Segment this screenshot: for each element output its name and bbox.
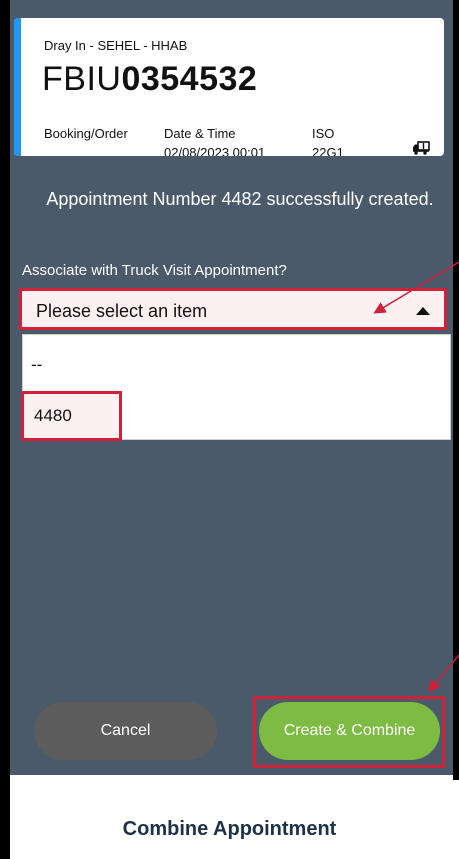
card-subtitle: Dray In - SEHEL - HHAB bbox=[44, 38, 188, 53]
select-placeholder: Please select an item bbox=[36, 301, 208, 321]
dropdown-option-label: 4480 bbox=[34, 406, 72, 425]
cancel-button[interactable]: Cancel bbox=[34, 702, 217, 760]
device-bezel-left bbox=[0, 0, 10, 859]
caret-up-icon bbox=[416, 307, 430, 315]
card-accent-bar bbox=[14, 18, 21, 156]
iso-label: ISO bbox=[312, 126, 335, 141]
device-bezel-right bbox=[453, 0, 459, 780]
truck-visit-select[interactable]: Please select an item bbox=[19, 288, 447, 330]
dropdown-option-empty[interactable]: -- bbox=[31, 355, 42, 375]
container-prefix: FBIU bbox=[42, 60, 122, 98]
associate-label: Associate with Truck Visit Appointment? bbox=[22, 262, 287, 279]
booking-label: Booking/Order bbox=[44, 126, 128, 141]
page-title: Combine Appointment bbox=[122, 818, 337, 840]
create-combine-button[interactable]: Create & Combine bbox=[259, 702, 440, 760]
datetime-label: Date & Time bbox=[164, 126, 236, 141]
phone-frame: Dray In - SEHEL - HHAB FBIU0354532 Booki… bbox=[0, 0, 459, 859]
iso-value: 22G1 bbox=[312, 145, 344, 156]
container-digits: 0354532 bbox=[121, 60, 258, 98]
truck-icon bbox=[413, 141, 430, 155]
container-card: Dray In - SEHEL - HHAB FBIU0354532 Booki… bbox=[14, 18, 444, 156]
success-message: Appointment Number 4482 successfully cre… bbox=[46, 189, 434, 209]
container-number: FBIU0354532 bbox=[42, 60, 257, 99]
dropdown-option-4480[interactable]: 4480 bbox=[21, 391, 122, 441]
select-dropdown-list: -- 4480 bbox=[21, 334, 451, 441]
datetime-value: 02/08/2023 00:01 bbox=[164, 145, 266, 156]
